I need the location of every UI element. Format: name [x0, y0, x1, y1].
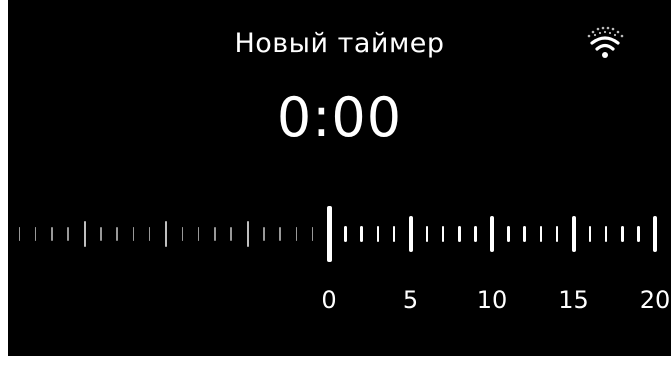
major-tick: [653, 216, 657, 252]
minor-tick-past: [18, 227, 21, 241]
current-position-marker: [326, 206, 332, 262]
major-tick: [490, 216, 494, 252]
minor-tick: [523, 226, 526, 242]
minor-tick: [474, 226, 477, 242]
minor-tick: [376, 226, 380, 242]
major-tick-past: [165, 221, 167, 247]
minor-tick: [621, 226, 624, 242]
scale-label-0: 0: [321, 286, 337, 314]
minor-tick: [539, 226, 543, 242]
minor-tick-past: [214, 227, 216, 241]
page-title: Новый таймер: [234, 28, 445, 59]
minor-tick: [637, 226, 640, 242]
minor-tick-past: [132, 227, 135, 241]
major-tick-past: [83, 221, 86, 247]
minor-tick-past: [279, 227, 281, 241]
minor-tick: [588, 226, 592, 242]
minor-tick: [425, 226, 429, 242]
minor-tick-past: [148, 227, 151, 241]
minor-tick-past: [116, 227, 118, 241]
minor-tick-past: [311, 227, 314, 241]
major-tick: [408, 216, 413, 252]
major-tick-past: [246, 221, 249, 247]
minor-tick-past: [67, 227, 69, 241]
minor-tick-past: [295, 227, 298, 241]
minor-tick-past: [51, 227, 53, 241]
wifi-icon: [587, 26, 624, 58]
minor-tick: [507, 226, 510, 242]
minor-tick: [360, 226, 363, 242]
minor-tick: [441, 226, 445, 242]
minor-tick-past: [34, 227, 37, 241]
time-scale-ruler[interactable]: [8, 200, 671, 270]
scale-label-5: 5: [402, 286, 419, 314]
scale-label-20: 20: [639, 286, 671, 314]
minor-tick-past: [263, 227, 265, 241]
timer-display: 0:00: [276, 86, 403, 149]
minor-tick: [344, 226, 347, 242]
minor-tick-past: [230, 227, 232, 241]
minor-tick-past: [100, 227, 102, 241]
minor-tick: [458, 226, 461, 242]
major-tick: [571, 216, 576, 252]
timer-screen: Новый таймер 0:00 0 5 10 15 20: [8, 0, 671, 356]
scale-label-15: 15: [558, 286, 589, 314]
minor-tick: [392, 226, 396, 242]
scale-label-10: 10: [476, 286, 508, 314]
minor-tick: [604, 226, 608, 242]
minor-tick-past: [181, 227, 184, 241]
minor-tick-past: [197, 227, 200, 241]
minor-tick: [555, 226, 559, 242]
